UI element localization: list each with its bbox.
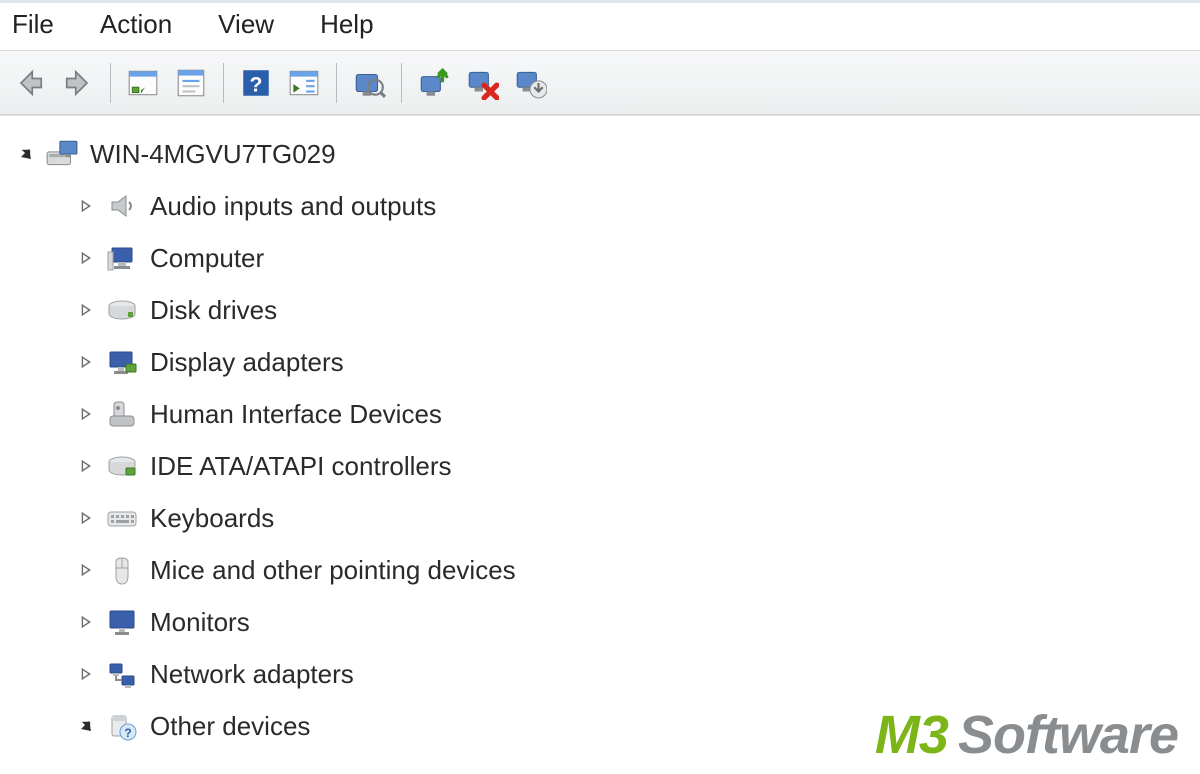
uninstall-device-button[interactable] xyxy=(460,61,504,105)
other-devices-icon xyxy=(104,708,140,744)
hid-icon xyxy=(104,396,140,432)
tree-item-label: Human Interface Devices xyxy=(150,399,442,430)
tree-root-label: WIN-4MGVU7TG029 xyxy=(90,139,336,170)
expander-open-icon[interactable] xyxy=(78,718,94,734)
tree-item-computer[interactable]: Computer xyxy=(0,232,1200,284)
tree-item-hid[interactable]: Human Interface Devices xyxy=(0,388,1200,440)
tree-item-mice[interactable]: Mice and other pointing devices xyxy=(0,544,1200,596)
tree-item-label: Audio inputs and outputs xyxy=(150,191,436,222)
back-button[interactable] xyxy=(8,61,52,105)
tree-item-label: Display adapters xyxy=(150,347,344,378)
tree-item-label: Mice and other pointing devices xyxy=(150,555,516,586)
show-hide-tree-button[interactable] xyxy=(121,61,165,105)
toolbar-separator xyxy=(110,63,111,103)
tree-item-keyboards[interactable]: Keyboards xyxy=(0,492,1200,544)
tree-root[interactable]: WIN-4MGVU7TG029 xyxy=(0,128,1200,180)
tree-item-network-adapters[interactable]: Network adapters xyxy=(0,648,1200,700)
watermark-suffix: Software xyxy=(958,704,1178,766)
update-driver-button[interactable] xyxy=(412,61,456,105)
menu-action[interactable]: Action xyxy=(100,9,172,40)
expander-collapsed-icon[interactable] xyxy=(78,510,94,526)
expander-collapsed-icon[interactable] xyxy=(78,354,94,370)
tree-item-label: Keyboards xyxy=(150,503,274,534)
expander-collapsed-icon[interactable] xyxy=(78,406,94,422)
menu-file[interactable]: File xyxy=(12,9,54,40)
tree-item-monitors[interactable]: Monitors xyxy=(0,596,1200,648)
expander-collapsed-icon[interactable] xyxy=(78,666,94,682)
computer-icon xyxy=(104,240,140,276)
menu-bar: File Action View Help xyxy=(0,0,1200,51)
keyboard-icon xyxy=(104,500,140,536)
toolbar-separator xyxy=(401,63,402,103)
properties-button[interactable] xyxy=(169,61,213,105)
tree-item-label: Disk drives xyxy=(150,295,277,326)
menu-view[interactable]: View xyxy=(218,9,274,40)
expander-collapsed-icon[interactable] xyxy=(78,562,94,578)
disk-icon xyxy=(104,292,140,328)
forward-button[interactable] xyxy=(56,61,100,105)
help-button[interactable] xyxy=(234,61,278,105)
display-adapter-icon xyxy=(104,344,140,380)
watermark-prefix: M3 xyxy=(875,704,948,766)
tree-item-label: IDE ATA/ATAPI controllers xyxy=(150,451,452,482)
computer-root-icon xyxy=(44,136,80,172)
tree-item-disk-drives[interactable]: Disk drives xyxy=(0,284,1200,336)
network-adapter-icon xyxy=(104,656,140,692)
tree-item-ide[interactable]: IDE ATA/ATAPI controllers xyxy=(0,440,1200,492)
expander-open-icon[interactable] xyxy=(18,146,34,162)
toolbar-separator xyxy=(223,63,224,103)
menu-help[interactable]: Help xyxy=(320,9,373,40)
toolbar-separator xyxy=(336,63,337,103)
tree-item-display-adapters[interactable]: Display adapters xyxy=(0,336,1200,388)
device-tree: WIN-4MGVU7TG029 Audio inputs and outputs… xyxy=(0,115,1200,752)
tree-item-audio[interactable]: Audio inputs and outputs xyxy=(0,180,1200,232)
speaker-icon xyxy=(104,188,140,224)
tree-item-label: Other devices xyxy=(150,711,310,742)
disable-device-button[interactable] xyxy=(508,61,552,105)
monitor-icon xyxy=(104,604,140,640)
toolbar xyxy=(0,51,1200,115)
action-list-button[interactable] xyxy=(282,61,326,105)
watermark-logo: M3 Software xyxy=(875,704,1178,766)
expander-collapsed-icon[interactable] xyxy=(78,250,94,266)
tree-item-label: Monitors xyxy=(150,607,250,638)
expander-collapsed-icon[interactable] xyxy=(78,458,94,474)
scan-hardware-button[interactable] xyxy=(347,61,391,105)
tree-item-label: Computer xyxy=(150,243,264,274)
mouse-icon xyxy=(104,552,140,588)
ide-controller-icon xyxy=(104,448,140,484)
expander-collapsed-icon[interactable] xyxy=(78,302,94,318)
expander-collapsed-icon[interactable] xyxy=(78,198,94,214)
expander-collapsed-icon[interactable] xyxy=(78,614,94,630)
tree-item-label: Network adapters xyxy=(150,659,354,690)
